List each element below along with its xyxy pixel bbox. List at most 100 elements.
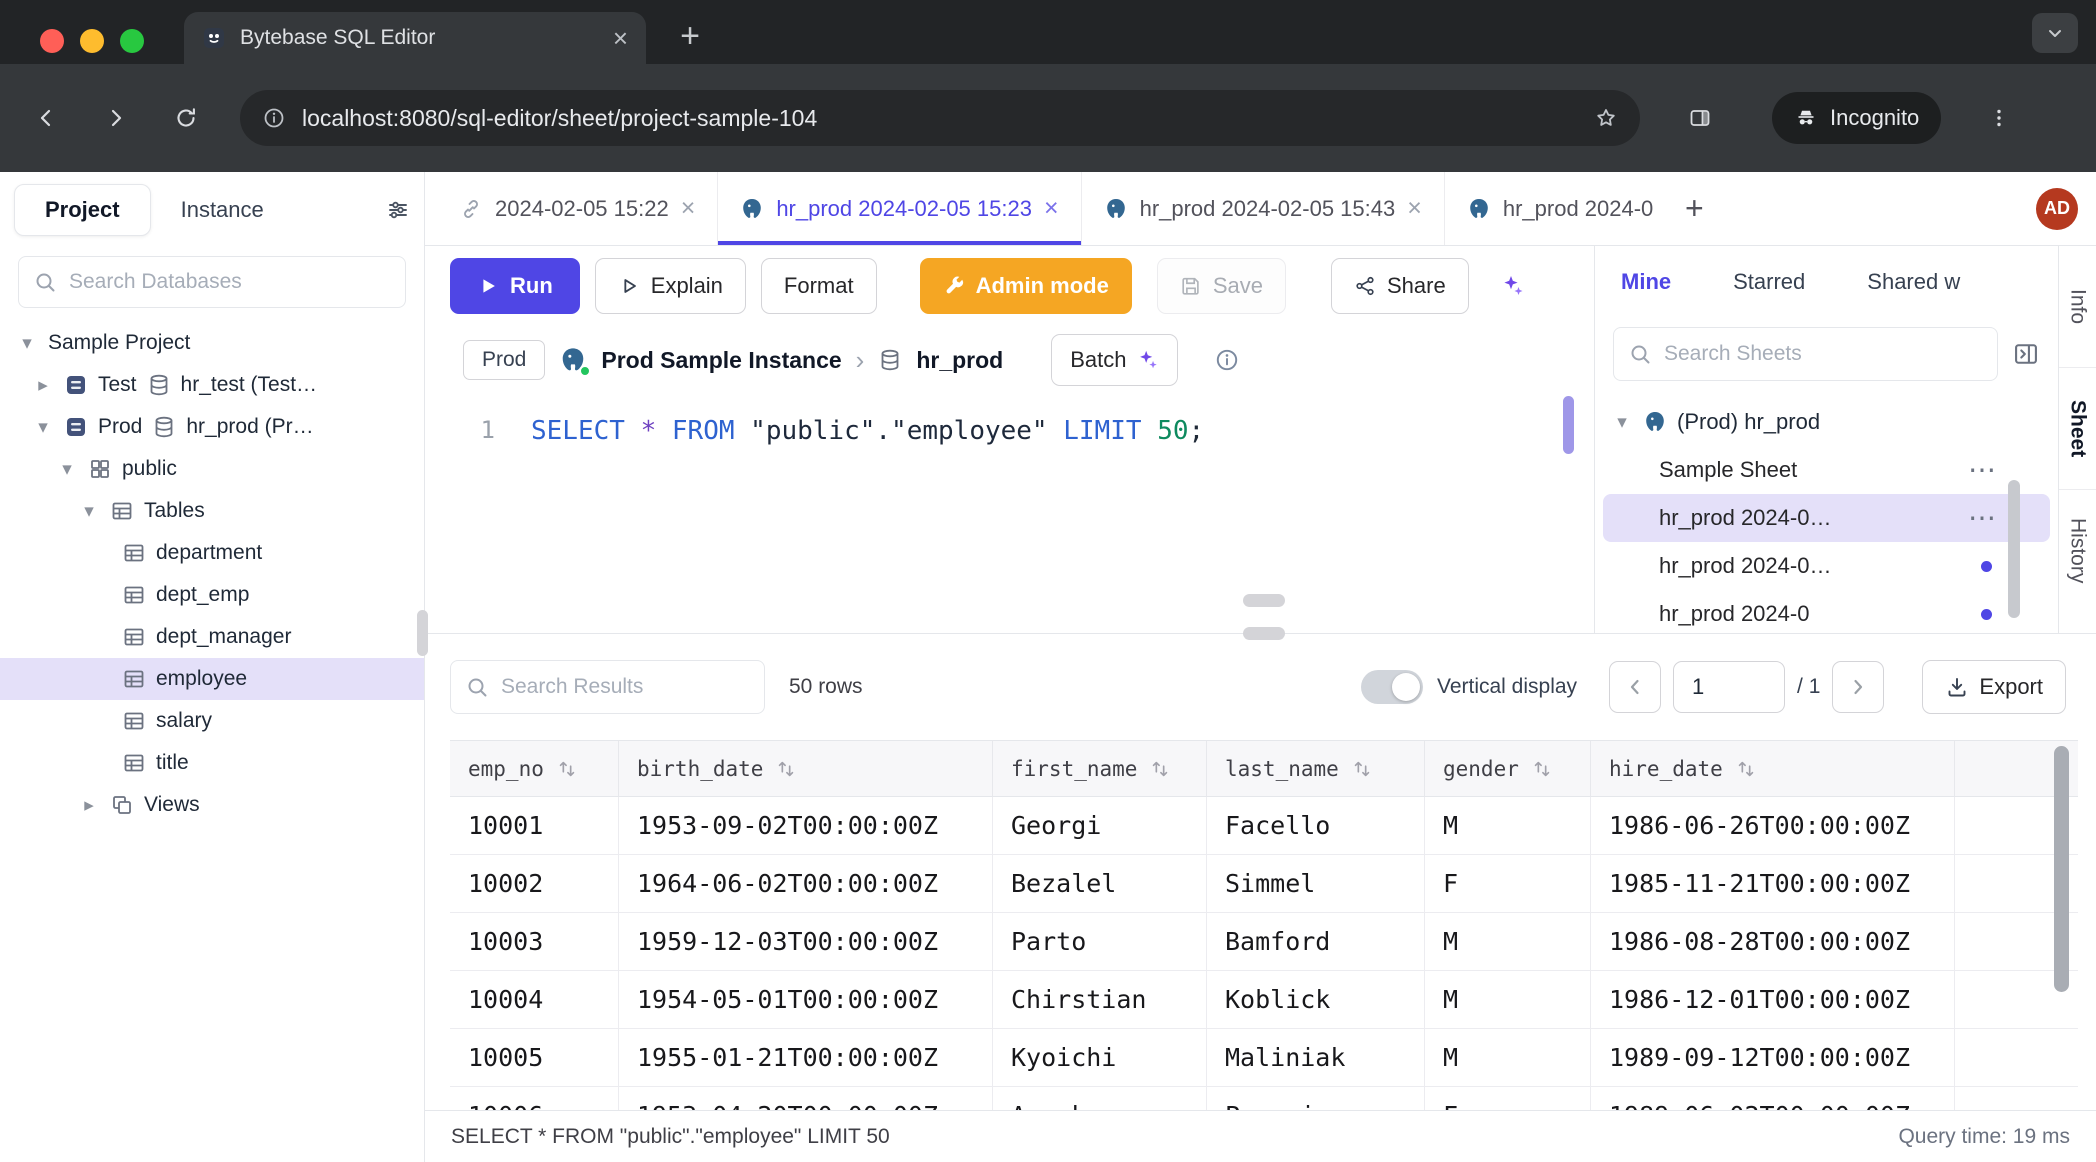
explain-button[interactable]: Explain (595, 258, 746, 314)
format-button[interactable]: Format (761, 258, 877, 314)
back-button[interactable] (22, 94, 70, 142)
sheet-tab-3[interactable]: hr_prod 2024-02-05 15:43× (1082, 172, 1445, 245)
ai-assistant-button[interactable] (1490, 263, 1536, 309)
browser-tab[interactable]: Bytebase SQL Editor × (184, 12, 646, 64)
new-sheet-button[interactable]: + (1675, 190, 1713, 228)
sort-icon[interactable] (1351, 758, 1373, 780)
result-cell[interactable]: 1989-09-12T00:00:00Z (1591, 1029, 1955, 1087)
sidebar-resize-handle[interactable] (417, 610, 428, 656)
sheet-tab-1[interactable]: 2024-02-05 15:22× (437, 172, 718, 245)
result-cell[interactable]: Bezalel (993, 855, 1207, 913)
reload-button[interactable] (162, 94, 210, 142)
sidebar-table-employee[interactable]: employee (0, 658, 424, 700)
sidebar-table-dept_emp[interactable]: dept_emp (0, 574, 424, 616)
result-cell[interactable]: 10005 (450, 1029, 619, 1087)
sheet-item[interactable]: hr_prod 2024-0… (1603, 542, 2050, 590)
result-cell[interactable]: 1986-06-26T00:00:00Z (1591, 797, 1955, 855)
result-cell[interactable]: Maliniak (1207, 1029, 1425, 1087)
tree-project-row[interactable]: ▾ Sample Project (0, 322, 424, 364)
database-name[interactable]: hr_prod (916, 347, 1003, 374)
browser-menu-button[interactable] (1975, 94, 2023, 142)
minimize-window-button[interactable] (80, 29, 104, 53)
result-cell[interactable]: 1959-12-03T00:00:00Z (619, 913, 993, 971)
sort-icon[interactable] (1149, 758, 1171, 780)
tree-views-group[interactable]: ▸ Views (0, 784, 424, 826)
sql-code[interactable]: SELECT * FROM "public"."employee" LIMIT … (531, 416, 1204, 446)
sheets-group-row[interactable]: ▾ (Prod) hr_prod (1595, 398, 2058, 446)
sheet-item[interactable]: Sample Sheet⋯ (1603, 446, 2050, 494)
result-cell[interactable]: 1986-12-01T00:00:00Z (1591, 971, 1955, 1029)
tree-db-hr-test[interactable]: ▸ Test hr_test (Test… (0, 364, 424, 406)
results-search[interactable] (450, 660, 765, 714)
result-cell[interactable]: 1953-09-02T00:00:00Z (619, 797, 993, 855)
tree-tables-group[interactable]: ▾ Tables (0, 490, 424, 532)
sheets-scrollbar-thumb[interactable] (2008, 480, 2020, 618)
sheets-tab-mine[interactable]: Mine (1621, 269, 1671, 295)
column-header-hire_date[interactable]: hire_date (1591, 740, 1955, 797)
result-cell[interactable]: 10001 (450, 797, 619, 855)
sheet-tab-4[interactable]: hr_prod 2024-0 (1445, 172, 1675, 245)
sql-editor[interactable]: 1 SELECT * FROM "public"."employee" LIMI… (425, 394, 1594, 633)
sheets-tab-shared-w[interactable]: Shared w (1867, 269, 1960, 295)
bookmark-star-icon[interactable] (1594, 106, 1618, 130)
result-cell[interactable]: 10004 (450, 971, 619, 1029)
side-panel-button[interactable] (1676, 94, 1724, 142)
tree-db-hr-prod[interactable]: ▾ Prod hr_prod (Pr… (0, 406, 424, 448)
column-header-gender[interactable]: gender (1425, 740, 1591, 797)
admin-mode-button[interactable]: Admin mode (920, 258, 1132, 314)
share-button[interactable]: Share (1331, 258, 1469, 314)
tree-schema-public[interactable]: ▾ public (0, 448, 424, 490)
sidebar-table-dept_manager[interactable]: dept_manager (0, 616, 424, 658)
prev-page-button[interactable] (1609, 661, 1661, 713)
connection-info-button[interactable] (1214, 347, 1240, 373)
result-cell[interactable]: 10002 (450, 855, 619, 913)
result-cell[interactable]: Facello (1207, 797, 1425, 855)
panel-resize-handle[interactable] (1243, 594, 1285, 607)
new-tab-button[interactable]: + (668, 14, 712, 58)
sidebar-table-salary[interactable]: salary (0, 700, 424, 742)
database-search[interactable] (18, 256, 406, 308)
result-cell[interactable]: 1989-06-02T00:00:00Z (1591, 1087, 1955, 1110)
result-cell[interactable]: M (1425, 913, 1591, 971)
result-cell[interactable]: Bamford (1207, 913, 1425, 971)
result-cell[interactable]: F (1425, 1087, 1591, 1110)
vertical-display-toggle[interactable] (1361, 670, 1423, 704)
side-tab-history[interactable]: History (2059, 490, 2096, 612)
close-icon[interactable]: × (1407, 196, 1422, 221)
side-tab-info[interactable]: Info (2059, 246, 2096, 368)
run-button[interactable]: Run (450, 258, 580, 314)
result-cell[interactable]: 10003 (450, 913, 619, 971)
result-cell[interactable]: 1985-11-21T00:00:00Z (1591, 855, 1955, 913)
collapse-panel-icon[interactable] (2012, 340, 2040, 368)
result-cell[interactable]: 1986-08-28T00:00:00Z (1591, 913, 1955, 971)
url-bar[interactable]: localhost:8080/sql-editor/sheet/project-… (240, 90, 1640, 146)
result-cell[interactable]: 1964-06-02T00:00:00Z (619, 855, 993, 913)
next-page-button[interactable] (1832, 661, 1884, 713)
tab-search-button[interactable] (2032, 13, 2078, 53)
results-scrollbar-thumb[interactable] (2054, 746, 2069, 992)
result-cell[interactable]: Preusig (1207, 1087, 1425, 1110)
zoom-window-button[interactable] (120, 29, 144, 53)
result-cell[interactable]: F (1425, 855, 1591, 913)
result-cell[interactable]: Georgi (993, 797, 1207, 855)
instance-name[interactable]: Prod Sample Instance (601, 347, 841, 374)
result-cell[interactable]: M (1425, 797, 1591, 855)
sheet-item[interactable]: hr_prod 2024-0 (1603, 590, 2050, 633)
results-search-input[interactable] (501, 675, 750, 699)
tab-project[interactable]: Project (14, 184, 151, 236)
result-cell[interactable]: Kyoichi (993, 1029, 1207, 1087)
side-tab-sheet[interactable]: Sheet (2059, 368, 2096, 490)
editor-scrollbar-thumb[interactable] (1563, 396, 1574, 454)
column-header-emp_no[interactable]: emp_no (450, 740, 619, 797)
result-cell[interactable]: 1955-01-21T00:00:00Z (619, 1029, 993, 1087)
avatar[interactable]: AD (2036, 188, 2078, 230)
sheets-search[interactable] (1613, 327, 1998, 381)
close-icon[interactable]: × (681, 196, 696, 221)
sidebar-table-title[interactable]: title (0, 742, 424, 784)
url-text[interactable]: localhost:8080/sql-editor/sheet/project-… (302, 105, 1578, 132)
result-cell[interactable]: 10006 (450, 1087, 619, 1110)
result-cell[interactable]: Parto (993, 913, 1207, 971)
close-tab-icon[interactable]: × (613, 25, 628, 51)
sidebar-table-department[interactable]: department (0, 532, 424, 574)
tab-instance[interactable]: Instance (181, 197, 264, 223)
